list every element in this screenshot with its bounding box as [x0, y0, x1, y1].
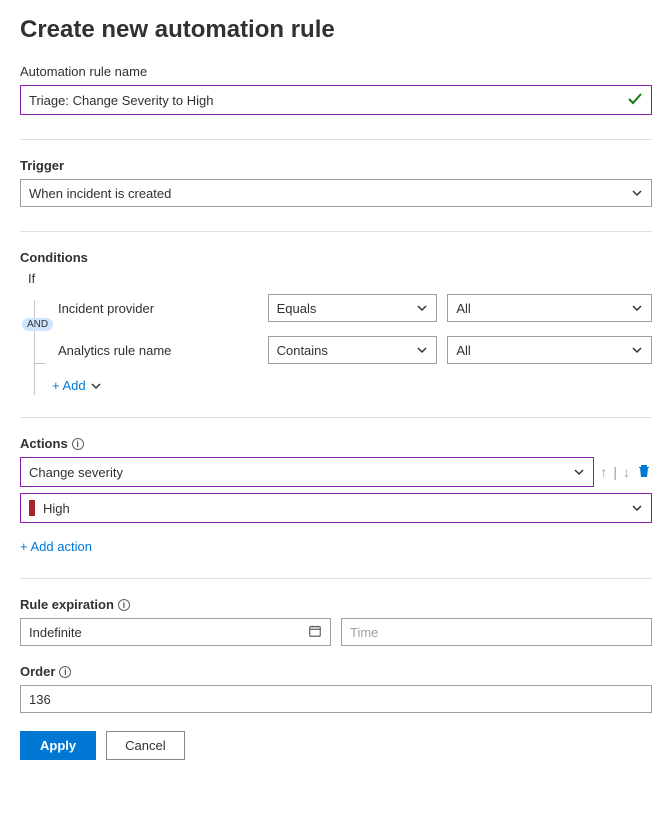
- condition-field-label: Analytics rule name: [58, 343, 258, 358]
- order-label: Order i: [20, 664, 652, 679]
- chevron-down-icon: [416, 344, 428, 356]
- and-badge: AND: [22, 318, 53, 331]
- severity-select[interactable]: High: [20, 493, 652, 523]
- actions-label-text: Actions: [20, 436, 68, 451]
- add-condition-label: + Add: [52, 378, 86, 393]
- apply-button[interactable]: Apply: [20, 731, 96, 760]
- rule-name-value: Triage: Change Severity to High: [29, 93, 214, 108]
- trigger-value: When incident is created: [29, 186, 171, 201]
- operator-value: Equals: [277, 301, 317, 316]
- action-type-value: Change severity: [29, 465, 123, 480]
- divider: [20, 417, 652, 418]
- condition-field-label: Incident provider: [58, 301, 258, 316]
- rule-name-input[interactable]: Triage: Change Severity to High: [20, 85, 652, 115]
- condition-value: All: [456, 343, 470, 358]
- expiration-date-value: Indefinite: [29, 625, 82, 640]
- add-condition-button[interactable]: + Add: [52, 378, 102, 393]
- expiration-label: Rule expiration i: [20, 597, 652, 612]
- trigger-label: Trigger: [20, 158, 652, 173]
- page-title: Create new automation rule: [20, 16, 652, 44]
- expiration-label-text: Rule expiration: [20, 597, 114, 612]
- info-icon[interactable]: i: [59, 666, 71, 678]
- order-value: 136: [29, 692, 51, 707]
- move-down-icon: ↓: [623, 464, 630, 480]
- condition-value-select[interactable]: All: [447, 336, 652, 364]
- severity-indicator: [29, 500, 35, 516]
- expiration-date-input[interactable]: Indefinite: [20, 618, 331, 646]
- chevron-down-icon: [631, 344, 643, 356]
- trigger-select[interactable]: When incident is created: [20, 179, 652, 207]
- info-icon[interactable]: i: [118, 599, 130, 611]
- condition-value-select[interactable]: All: [447, 294, 652, 322]
- divider: [20, 231, 652, 232]
- if-label: If: [28, 271, 652, 286]
- condition-operator-select[interactable]: Contains: [268, 336, 438, 364]
- divider: [20, 139, 652, 140]
- expiration-time-input[interactable]: Time: [341, 618, 652, 646]
- rule-name-label: Automation rule name: [20, 64, 652, 79]
- order-label-text: Order: [20, 664, 55, 679]
- add-action-button[interactable]: + Add action: [20, 539, 92, 554]
- info-icon[interactable]: i: [72, 438, 84, 450]
- severity-value: High: [43, 501, 70, 516]
- conditions-label: Conditions: [20, 250, 652, 265]
- chevron-down-icon: [631, 302, 643, 314]
- cancel-button[interactable]: Cancel: [106, 731, 184, 760]
- reorder-divider: |: [613, 464, 617, 480]
- calendar-icon: [308, 624, 322, 641]
- chevron-down-icon: [416, 302, 428, 314]
- action-type-select[interactable]: Change severity: [20, 457, 594, 487]
- chevron-down-icon: [631, 502, 643, 514]
- condition-operator-select[interactable]: Equals: [268, 294, 438, 322]
- operator-value: Contains: [277, 343, 328, 358]
- chevron-down-icon: [90, 380, 102, 392]
- chevron-down-icon: [631, 187, 643, 199]
- delete-action-button[interactable]: [636, 463, 652, 482]
- expiration-time-placeholder: Time: [350, 625, 378, 640]
- checkmark-icon: [627, 91, 643, 110]
- actions-label: Actions i: [20, 436, 652, 451]
- condition-value: All: [456, 301, 470, 316]
- divider: [20, 578, 652, 579]
- move-up-icon: ↑: [600, 464, 607, 480]
- chevron-down-icon: [573, 466, 585, 478]
- order-input[interactable]: 136: [20, 685, 652, 713]
